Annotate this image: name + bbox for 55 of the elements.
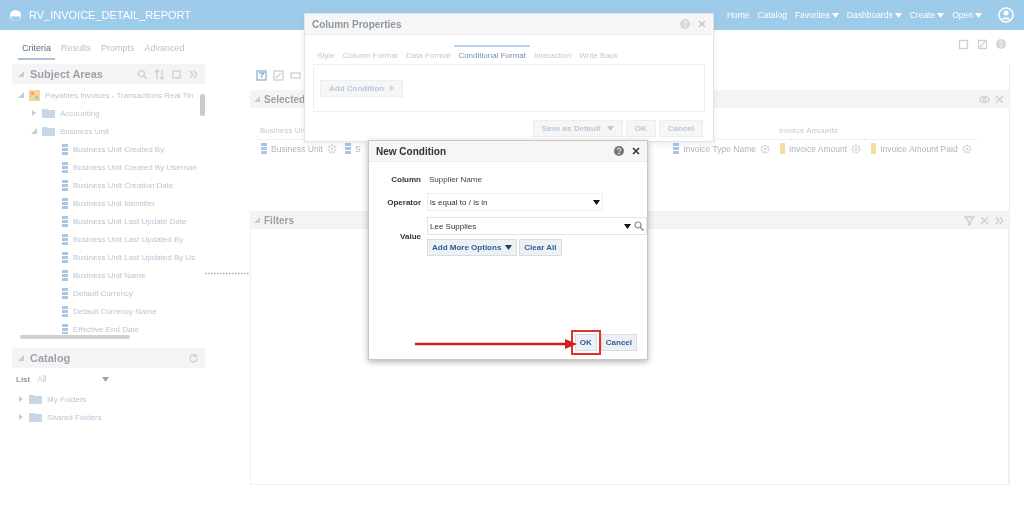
tree-item[interactable]: Business Unit Creation Date bbox=[73, 180, 174, 190]
nav-link[interactable]: Open bbox=[952, 10, 982, 20]
column-chip[interactable]: Business Unit bbox=[256, 140, 342, 157]
tree-item[interactable]: Payables Invoices - Transactions Real Tin bbox=[45, 90, 194, 100]
panel-title: Subject Areas bbox=[30, 68, 104, 80]
dialog-button[interactable]: Cancel bbox=[658, 120, 703, 137]
editor-tab[interactable]: Criteria bbox=[18, 39, 55, 60]
column-chip[interactable]: S bbox=[340, 140, 366, 157]
tree-item[interactable]: Business Unit Created By Usernan bbox=[73, 162, 197, 172]
tree-item[interactable]: Default Currency bbox=[73, 288, 134, 298]
tree-item[interactable]: Accounting bbox=[60, 108, 100, 118]
tree-item[interactable]: Business Unit Name bbox=[73, 270, 146, 280]
tree-item[interactable]: Business Unit Identifier bbox=[73, 198, 155, 208]
field-label: Operator bbox=[386, 197, 421, 207]
column-chip[interactable]: Invoice Amount Paid bbox=[866, 140, 977, 157]
field-label: Column bbox=[390, 175, 421, 184]
section-title: Selected bbox=[264, 93, 307, 105]
field-label: Value bbox=[399, 232, 421, 241]
tree-item[interactable]: Business Unit Last Updated By Us bbox=[73, 252, 196, 262]
column-value: Supplier Name bbox=[428, 174, 483, 186]
value-input[interactable]: Lee Supplies bbox=[430, 221, 624, 231]
tree-item[interactable]: Shared Folders bbox=[47, 412, 102, 422]
dialog-button[interactable]: OK bbox=[625, 120, 656, 137]
editor-tab[interactable]: Prompts bbox=[97, 39, 139, 60]
save-as-default-button[interactable]: Save as Default bbox=[532, 120, 623, 137]
nav-link[interactable]: Create bbox=[909, 10, 945, 20]
tree-item[interactable]: Business Unit Last Update Date bbox=[73, 216, 187, 226]
tree-item[interactable]: Default Currency Name bbox=[73, 306, 157, 316]
dialog-button[interactable]: Cancel bbox=[600, 334, 637, 351]
tree-item[interactable]: My Folders bbox=[47, 394, 87, 404]
tree-item[interactable]: Business Unit bbox=[60, 126, 109, 136]
editor-tab[interactable]: Advanced bbox=[140, 39, 189, 60]
list-label: List bbox=[16, 374, 31, 384]
dialog-title: New Condition bbox=[376, 145, 447, 157]
editor-tab[interactable]: Results bbox=[57, 39, 96, 60]
value-field[interactable]: Lee Supplies bbox=[427, 217, 647, 235]
dialog-title: Column Properties bbox=[312, 18, 403, 30]
tree-item[interactable]: Business Unit Last Updated By bbox=[73, 234, 184, 244]
nav-link[interactable]: Dashboards bbox=[846, 10, 902, 20]
report-title: RV_INVOICE_DETAIL_REPORT bbox=[29, 9, 192, 21]
operator-select[interactable]: is equal to / is in bbox=[427, 193, 603, 211]
tree-item[interactable]: Business Unit Created By bbox=[73, 144, 165, 154]
add-more-options-button[interactable]: Add More Options bbox=[427, 239, 518, 256]
clear-all-button[interactable]: Clear All bbox=[519, 239, 562, 256]
nav-link[interactable]: Catalog bbox=[757, 10, 787, 20]
add-condition-button[interactable]: Add Condition bbox=[320, 79, 404, 97]
list-dropdown[interactable]: All bbox=[34, 374, 113, 384]
nav-link[interactable]: Home bbox=[726, 10, 750, 20]
properties-tab[interactable]: Conditional Format bbox=[454, 45, 530, 64]
properties-tab[interactable]: Style bbox=[313, 45, 339, 64]
column-chip[interactable]: Invoice Amount bbox=[775, 140, 867, 157]
panel-title: Catalog bbox=[30, 352, 72, 364]
nav-link[interactable]: Favorites bbox=[794, 10, 839, 20]
column-chip[interactable]: Invoice Type Name bbox=[668, 140, 775, 157]
section-title: Filters bbox=[264, 214, 295, 226]
